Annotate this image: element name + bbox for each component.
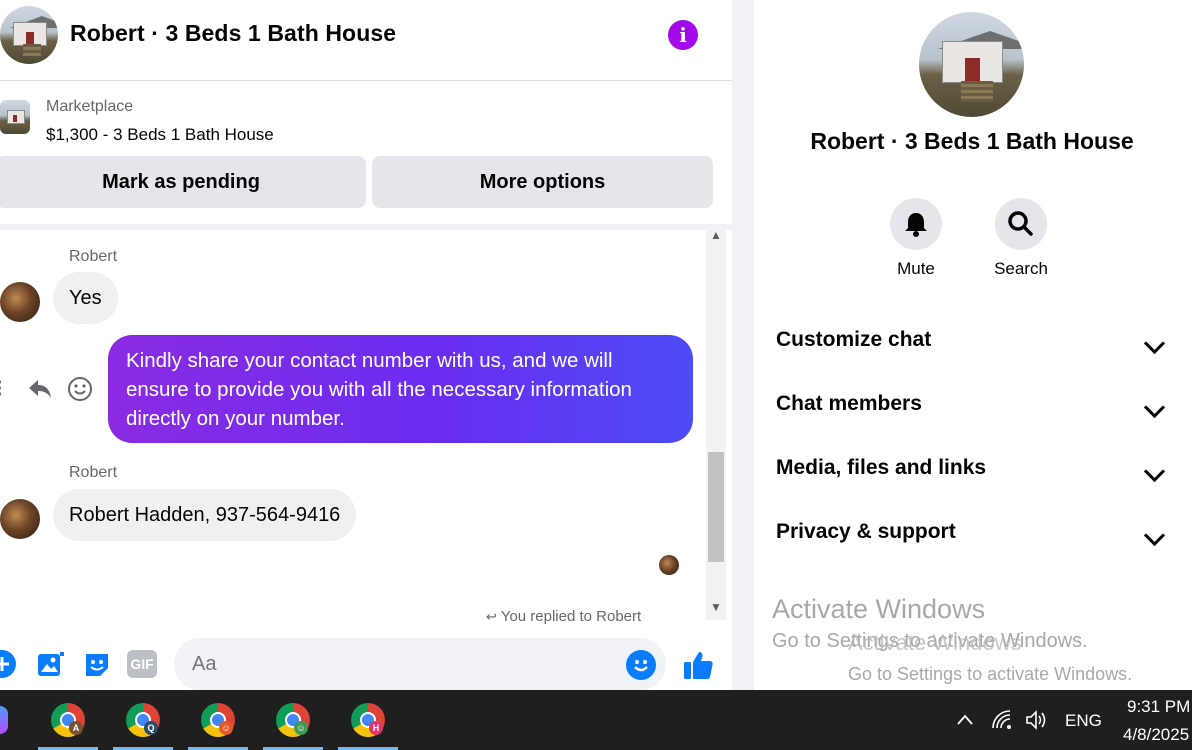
listing-thumbnail[interactable] [0,100,30,134]
chevron-down-icon [1143,524,1166,547]
sender-name: Robert [69,464,118,481]
gif-icon[interactable]: GIF [127,650,157,678]
sticker-icon[interactable] [82,650,112,680]
section-label: Chat members [776,392,922,415]
image-icon[interactable] [36,650,66,680]
info-icon[interactable]: i [668,20,698,50]
section-customize-chat[interactable]: Customize chat [776,328,1176,368]
section-privacy-support[interactable]: Privacy & support [776,520,1176,560]
activate-windows-watermark: Activate Windows [772,594,986,624]
emoji-icon[interactable] [626,650,656,680]
section-label: Media, files and links [776,456,987,479]
avatar[interactable] [0,282,40,322]
more-icon[interactable] [0,378,4,398]
seen-avatar [659,555,679,575]
taskbar-chrome-a[interactable]: A [38,690,98,750]
activate-windows-subtext: Go to Settings to activate Windows. [848,664,1133,684]
profile-badge: Q [144,721,158,735]
search-icon [1008,211,1033,236]
avatar[interactable] [0,499,40,539]
taskbar-chrome-q[interactable]: Q [113,690,173,750]
plus-icon[interactable] [0,650,16,678]
pane-divider [732,0,754,690]
section-media-files-links[interactable]: Media, files and links [776,456,1176,496]
message-bubble[interactable]: Yes [53,272,118,324]
clock-date[interactable]: 4/8/2025 [1123,725,1189,745]
search-button[interactable] [995,198,1047,250]
taskbar-chrome-3[interactable]: ☺ [188,690,248,750]
message-bubble[interactable]: Robert Hadden, 937-564-9416 [53,489,357,541]
wifi-icon[interactable] [990,708,1014,732]
mark-as-pending-button[interactable]: Mark as pending [0,156,366,208]
message-input[interactable] [174,638,666,690]
profile-title: Robert · 3 Beds 1 Bath House [810,128,1134,154]
profile-badge: H [369,721,383,735]
chat-title[interactable]: Robert · 3 Beds 1 Bath House [70,20,396,47]
taskbar-chrome-h[interactable]: H [338,690,398,750]
marketplace-label: Marketplace [46,98,134,115]
chat-avatar[interactable] [0,6,58,64]
language-indicator[interactable]: ENG [1065,711,1102,731]
search-label: Search [994,259,1048,278]
message-bubble-outgoing[interactable]: Kindly share your contact number with us… [108,335,693,443]
profile-badge: A [69,721,83,735]
scroll-down-icon[interactable]: ▼ [706,600,726,614]
clock-time[interactable]: 9:31 PM [1127,697,1190,717]
mute-label: Mute [897,259,935,278]
show-hidden-icons-icon[interactable] [955,710,975,730]
app-icon[interactable] [0,706,8,734]
replied-note: ↩ You replied to Robert [486,608,641,625]
section-chat-members[interactable]: Chat members [776,392,1176,432]
section-label: Customize chat [776,328,932,351]
chevron-down-icon [1143,460,1166,483]
profile-badge: ☺ [219,721,233,735]
chevron-down-icon [1143,332,1166,355]
replied-note-text: You replied to Robert [500,608,642,625]
reply-small-icon: ↩ [486,609,497,624]
volume-icon[interactable] [1024,708,1048,732]
chat-header: Robert · 3 Beds 1 Bath House i [0,0,732,81]
scroll-thumb[interactable] [708,452,724,562]
profile-avatar[interactable] [919,12,1024,117]
chevron-down-icon [1143,396,1166,419]
activate-windows-watermark: Activate Windows [848,630,1022,655]
bell-icon [905,213,927,237]
like-icon[interactable] [682,648,716,682]
more-options-button[interactable]: More options [372,156,713,208]
listing-title[interactable]: $1,300 - 3 Beds 1 Bath House [46,125,274,145]
taskbar-chrome-4[interactable]: ☺ [263,690,323,750]
profile-badge: ☺ [294,721,308,735]
section-label: Privacy & support [776,520,956,543]
react-icon[interactable] [67,376,93,402]
sender-name: Robert [69,248,118,265]
reply-icon[interactable] [26,376,54,402]
mute-button[interactable] [890,198,942,250]
scroll-up-icon[interactable]: ▲ [706,228,726,242]
